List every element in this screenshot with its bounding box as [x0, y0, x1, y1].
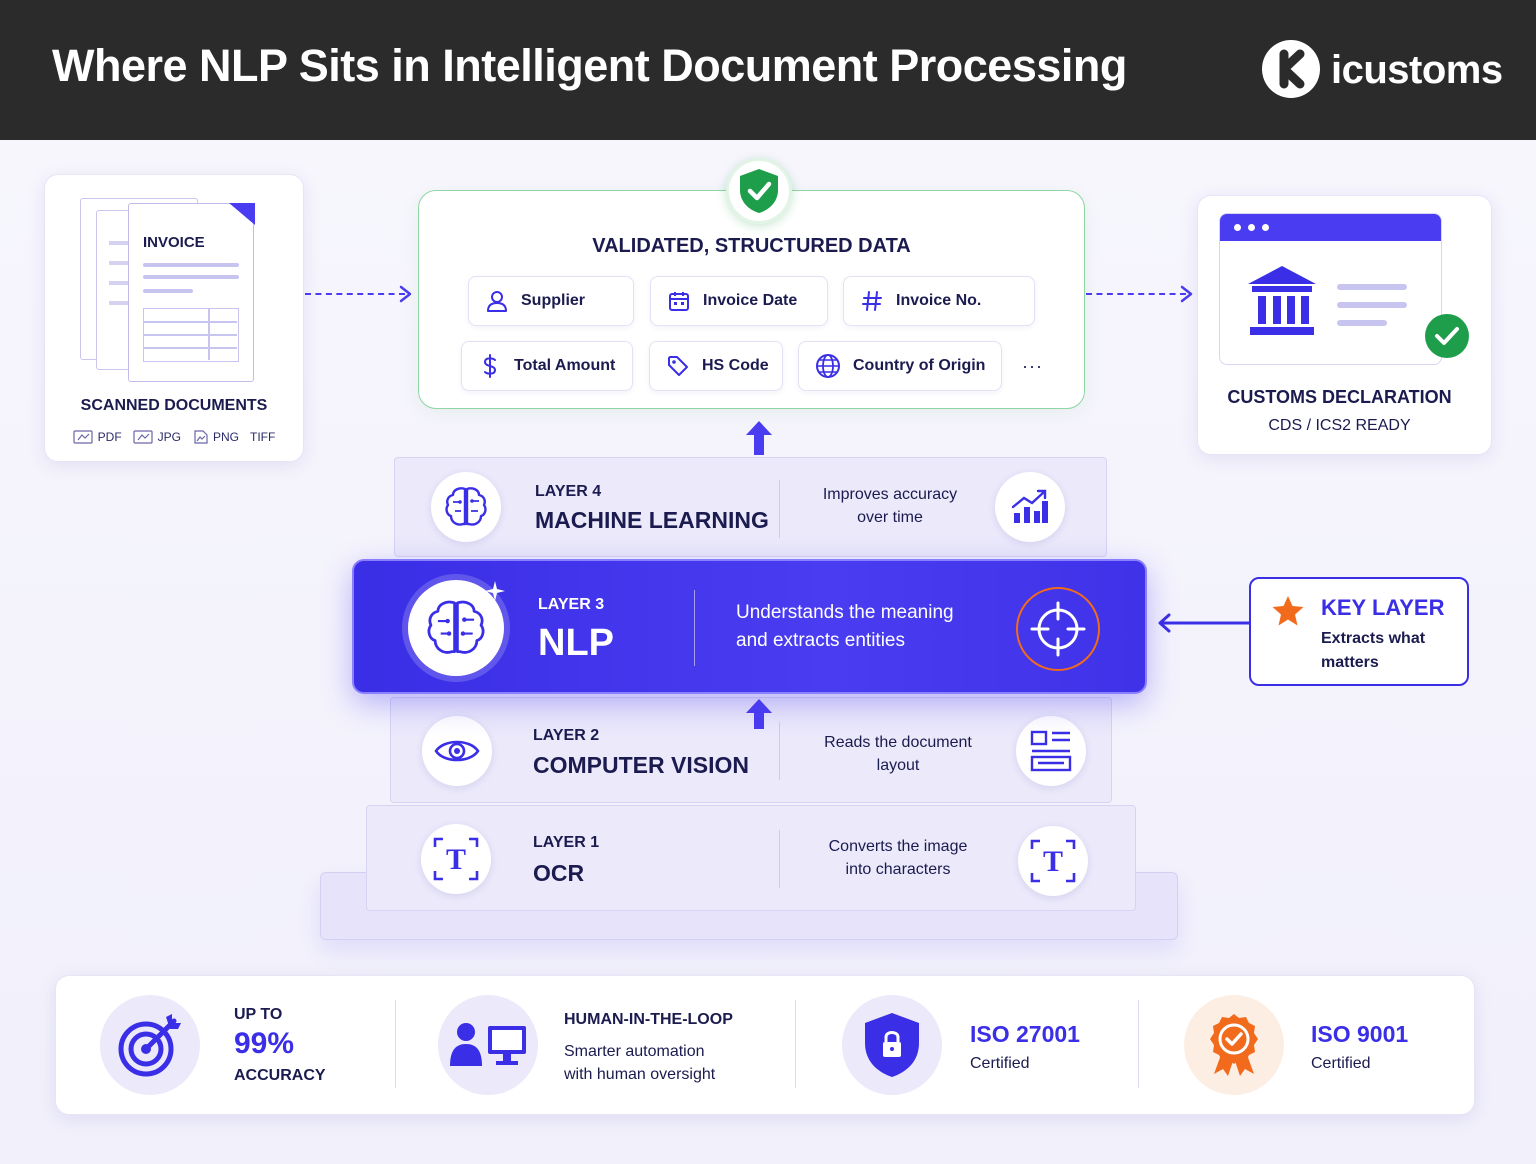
- government-building-icon: [1248, 266, 1316, 335]
- nlp-layer-number: LAYER 3: [538, 596, 605, 613]
- hash-icon: [862, 291, 882, 311]
- arrow-up-icon: [746, 421, 772, 455]
- ocr-layer-name: OCR: [533, 860, 585, 886]
- shield-check-icon: [726, 158, 792, 224]
- field-invoice-no: Invoice No.: [843, 276, 1035, 326]
- hitl-title: HUMAN-IN-THE-LOOP: [564, 1011, 733, 1028]
- iso9001-subtitle: Certified: [1311, 1055, 1371, 1072]
- accuracy-value: 99%: [234, 1027, 295, 1060]
- invoice-label: INVOICE: [143, 234, 205, 251]
- iso9001-title: ISO 9001: [1311, 1021, 1409, 1047]
- layout-icon: [1016, 716, 1086, 786]
- key-layer-title: KEY LAYER: [1321, 595, 1445, 620]
- format-pdf: PDF: [73, 429, 122, 445]
- award-badge-icon: [1184, 995, 1284, 1095]
- calendar-icon: [669, 292, 689, 311]
- customs-portal-window-icon: [1219, 213, 1442, 365]
- field-hs-code: HS Code: [649, 341, 783, 391]
- iso27001-subtitle: Certified: [970, 1055, 1030, 1072]
- star-icon: [1272, 596, 1304, 626]
- ocr-layer-description: Converts the image into characters: [828, 838, 968, 878]
- svg-text:T: T: [446, 843, 466, 876]
- invoice-table-icon: [143, 308, 239, 362]
- brand-name: icustoms: [1331, 48, 1503, 92]
- field-invoice-date: Invoice Date: [650, 276, 828, 326]
- arrow-head-right-icon: [399, 285, 412, 303]
- arrow-left-icon: [1158, 613, 1251, 633]
- human-computer-icon: [438, 995, 538, 1095]
- validated-data-title: VALIDATED, STRUCTURED DATA: [592, 235, 911, 257]
- sparkle-icon: [485, 581, 505, 601]
- accuracy-target-icon: [100, 995, 200, 1095]
- format-png: PNG: [192, 429, 239, 445]
- ocr-text-icon: T: [421, 824, 491, 894]
- customs-declaration-subtitle: CDS / ICS2 READY: [1268, 417, 1411, 434]
- pdf-file-icon: [73, 430, 93, 444]
- page-title: Where NLP Sits in Intelligent Document P…: [52, 40, 1127, 91]
- accuracy-label: ACCURACY: [234, 1067, 326, 1084]
- check-circle-icon: [1425, 314, 1469, 358]
- invoice-document-icon: INVOICE: [128, 203, 255, 382]
- security-shield-icon: [842, 995, 942, 1095]
- more-fields-ellipsis: ···: [1022, 356, 1043, 376]
- tag-icon: [668, 356, 688, 376]
- arrow-docs-to-data: [305, 293, 405, 295]
- ml-layer-number: LAYER 4: [535, 483, 602, 500]
- field-supplier: Supplier: [468, 276, 634, 326]
- dollar-icon: [483, 354, 497, 378]
- arrow-head-right-icon: [1180, 285, 1193, 303]
- user-icon: [487, 291, 507, 312]
- cv-layer-description: Reads the document layout: [824, 734, 972, 774]
- icustoms-logo-icon: [1262, 40, 1320, 98]
- eye-icon: [422, 716, 492, 786]
- brain-icon: [431, 472, 501, 542]
- ml-layer-name: MACHINE LEARNING: [535, 507, 769, 533]
- format-jpg: JPG: [133, 429, 181, 445]
- png-file-icon: [194, 430, 208, 444]
- nlp-layer-description: Understands the meaning and extracts ent…: [736, 602, 954, 651]
- cv-layer-number: LAYER 2: [533, 727, 600, 744]
- svg-text:T: T: [1043, 845, 1063, 878]
- jpg-file-icon: [133, 430, 153, 444]
- file-formats: PDF JPG PNG TIFF: [44, 429, 304, 445]
- arrow-data-to-customs: [1086, 293, 1186, 295]
- ocr-text-icon: T: [1018, 826, 1088, 896]
- ml-layer-description: Improves accuracy over time: [822, 486, 958, 526]
- customs-declaration-title: CUSTOMS DECLARATION: [1227, 387, 1452, 407]
- hitl-description: Smarter automation with human oversight: [564, 1043, 716, 1083]
- arrow-up-icon: [746, 699, 772, 729]
- field-total-amount: Total Amount: [461, 341, 633, 391]
- iso27001-title: ISO 27001: [970, 1021, 1080, 1047]
- scanned-documents-title: SCANNED DOCUMENTS: [80, 397, 268, 414]
- nlp-layer-name: NLP: [538, 622, 614, 664]
- target-crosshair-icon: [1016, 587, 1100, 671]
- key-layer-subtitle: Extracts what matters: [1321, 630, 1426, 671]
- ocr-layer-number: LAYER 1: [533, 834, 600, 851]
- cv-layer-name: COMPUTER VISION: [533, 752, 749, 778]
- field-country-of-origin: Country of Origin: [798, 341, 1002, 391]
- growth-chart-icon: [995, 472, 1065, 542]
- accuracy-prefix: UP TO: [234, 1006, 283, 1023]
- format-tiff: TIFF: [250, 430, 276, 444]
- globe-icon: [816, 354, 840, 378]
